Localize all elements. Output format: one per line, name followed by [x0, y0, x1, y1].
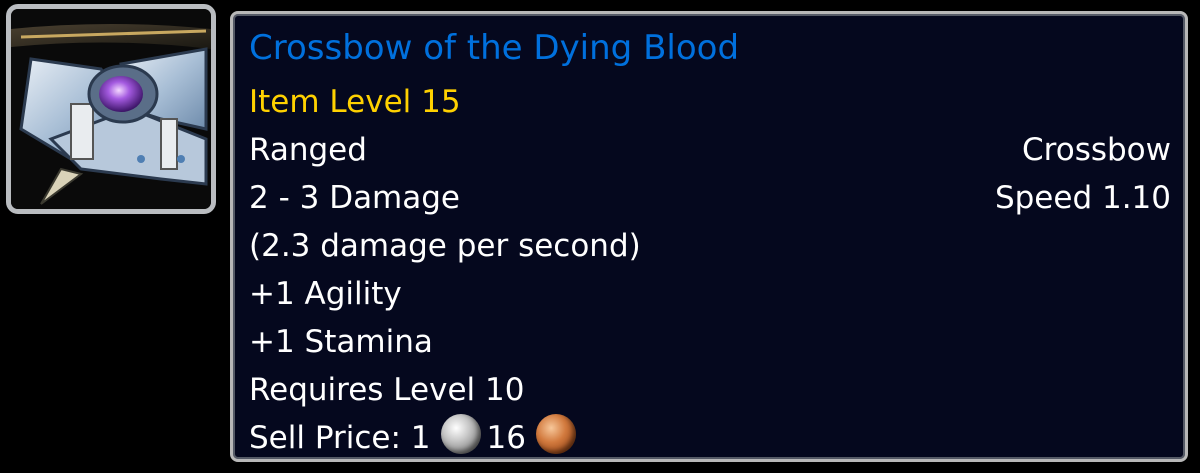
item-dps: (2.3 damage per second) [249, 228, 641, 264]
sell-price-silver: 1 [410, 420, 431, 456]
item-type: Crossbow [1022, 132, 1171, 168]
item-icon-frame[interactable] [6, 4, 216, 214]
item-requirement: Requires Level 10 [249, 372, 525, 408]
damage-row: 2 - 3 Damage Speed 1.10 [249, 174, 1171, 222]
copper-coin-icon [535, 414, 576, 454]
item-name: Crossbow of the Dying Blood [249, 28, 740, 68]
item-level: Item Level 15 [249, 84, 461, 120]
stat-agility: +1 Agility [249, 276, 402, 312]
sell-price-copper: 16 [486, 420, 526, 456]
sell-price-row: Sell Price: 1 16 [249, 414, 1171, 462]
item-slot: Ranged [249, 132, 367, 168]
slot-row: Ranged Crossbow [249, 126, 1171, 174]
item-speed: Speed 1.10 [994, 180, 1171, 216]
crossbow-icon [11, 9, 211, 209]
item-damage: 2 - 3 Damage [249, 180, 461, 216]
sell-price-label: Sell Price: [249, 420, 401, 456]
item-tooltip: Crossbow of the Dying Blood Item Level 1… [230, 11, 1188, 462]
silver-coin-icon [440, 414, 481, 454]
stat-stamina: +1 Stamina [249, 324, 433, 360]
